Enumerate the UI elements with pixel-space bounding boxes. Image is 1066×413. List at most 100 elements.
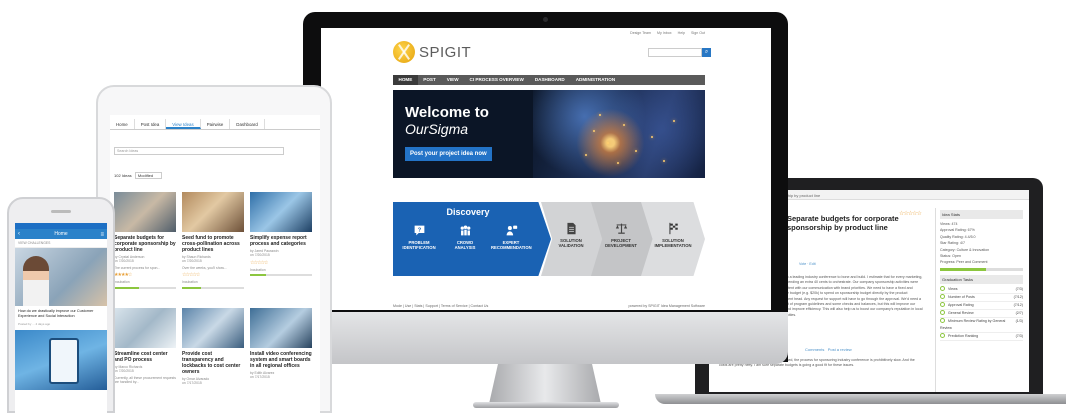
step-expert-recommendation[interactable]: EXPERT RECOMMENDATION: [491, 224, 532, 250]
footer-links[interactable]: Mode | Use | Stats | Support | Terms of …: [393, 304, 488, 308]
incubation-bar: [250, 274, 312, 277]
util-link-sign-out[interactable]: Sign Out: [691, 31, 705, 35]
idea-card-title[interactable]: Install video conferencing system and sm…: [250, 351, 312, 369]
tab-post-idea[interactable]: Post Idea: [135, 119, 167, 129]
idea-card-title[interactable]: Seed fund to promote cross-pollination a…: [182, 235, 244, 253]
task-value: (1/3): [1015, 318, 1023, 323]
back-arrow-icon[interactable]: ‹: [18, 229, 20, 239]
question-bubble-icon: ?: [414, 225, 424, 236]
idea-card-image: [114, 308, 176, 348]
idea-card-image: [114, 192, 176, 232]
imac-stand: [489, 364, 601, 404]
step-solution-implementation: SOLUTION IMPLEMENTATION: [653, 222, 693, 248]
task-value: (7/12): [1013, 302, 1023, 307]
idea-stats-panel: Idea Stats Views: 474 Approval Rating: 6…: [935, 208, 1027, 392]
phone-speaker: [51, 210, 71, 213]
post-meta: Posted by ... 4 days ago: [18, 322, 51, 326]
idea-card[interactable]: Simplify expense report process and cate…: [250, 192, 312, 302]
nav-ci-process[interactable]: CI PROCESS OVERVIEW: [464, 75, 529, 85]
idea-card-stars[interactable]: ★★★★☆: [114, 272, 176, 278]
hero-subtitle: OurSigma: [405, 121, 469, 137]
task-value: (7/3): [1015, 286, 1023, 291]
document-icon: [566, 222, 576, 235]
search-icon[interactable]: ⌕: [702, 48, 711, 57]
util-link-design-team[interactable]: Design Team: [630, 31, 651, 35]
finish-flag-icon: [668, 222, 678, 235]
hero-welding-photo: [533, 90, 705, 178]
idea-card-excerpt: Over the weeks, you'll show...: [182, 265, 227, 270]
nav-administration[interactable]: ADMINISTRATION: [570, 75, 620, 85]
task-row: Number of Posts (7/12): [940, 294, 1023, 302]
incubation-bar-fill: [114, 286, 139, 289]
incubation-label: Incubation: [250, 267, 266, 272]
task-label: Minimum Review Rating by General Review: [940, 318, 1006, 330]
idea-card-meta: by Jared Pausswin on 7/20/2015: [250, 249, 279, 258]
sort-select[interactable]: Modified: [134, 172, 163, 179]
hamburger-menu-icon[interactable]: ≡: [100, 230, 104, 240]
nav-view[interactable]: VIEW: [441, 75, 464, 85]
search-input[interactable]: [648, 48, 702, 57]
imac-screen: Design Team My Inbox Help Sign Out SPIGI…: [321, 28, 771, 310]
edit-link[interactable]: Edit: [809, 262, 815, 266]
step-project-development: PROJECT DEVELOPMENT: [601, 222, 641, 248]
idea-card-title[interactable]: Separate budgets for corporate sponsorsh…: [114, 235, 176, 253]
scale-icon: [615, 223, 627, 234]
util-link-inbox[interactable]: My Inbox: [657, 31, 672, 35]
nav-dashboard[interactable]: DASHBOARD: [529, 75, 570, 85]
task-row: General Review (2/7): [940, 310, 1023, 318]
idea-count: 102 Ideas: [114, 173, 132, 178]
nav-home[interactable]: HOME: [393, 75, 418, 85]
post-title[interactable]: How do we drastically improve our Custom…: [15, 306, 107, 322]
idea-card[interactable]: Streamline cost center and PO process by…: [114, 308, 176, 413]
progress-bar-fill: [940, 267, 986, 271]
util-link-help[interactable]: Help: [678, 31, 685, 35]
phone-subheader[interactable]: VIEW CHALLENGES: [15, 239, 107, 248]
vote-link[interactable]: Vote: [799, 262, 806, 266]
task-label: General Review: [948, 310, 974, 315]
search-ideas-input[interactable]: Search Ideas: [114, 147, 284, 155]
expert-icon: [506, 225, 517, 236]
camera-dot: [543, 17, 548, 22]
post-idea-button[interactable]: Post your project idea now: [405, 147, 492, 161]
progress-bar: [940, 267, 1023, 271]
phone-header: ‹ Home ≡: [15, 229, 107, 239]
idea-card-title[interactable]: Simplify expense report process and cate…: [250, 235, 312, 247]
step-crowd-analysis[interactable]: CROWD ANALYSIS: [445, 224, 485, 250]
idea-card-stars[interactable]: ☆☆☆☆☆: [250, 260, 312, 266]
idea-card-meta: by Omar Alvarado on 7/17/2015: [182, 377, 210, 386]
idea-card[interactable]: Provide cost transparency and lockbacks …: [182, 308, 244, 413]
check-icon: [940, 294, 945, 300]
idea-card[interactable]: Separate budgets for corporate sponsorsh…: [114, 192, 176, 302]
tab-home[interactable]: Home: [110, 119, 135, 129]
ci-process-diagram: Discovery ? PROBLEM IDENTIFICATION CROWD…: [393, 202, 705, 276]
step-label: EXPERT RECOMMENDATION: [491, 240, 532, 250]
tab-post-review[interactable]: Post a review: [828, 347, 852, 352]
idea-card-title[interactable]: Streamline cost center and PO process: [114, 351, 176, 363]
step-problem-identification[interactable]: ? PROBLEM IDENTIFICATION: [399, 224, 439, 250]
idea-card-stars[interactable]: ☆☆☆☆☆: [182, 272, 244, 278]
spigit-logo[interactable]: SPIGIT: [393, 41, 471, 63]
incubation-bar: [182, 286, 244, 289]
idea-card[interactable]: Install video conferencing system and sm…: [250, 308, 312, 413]
step-solution-validation: SOLUTION VALIDATION: [551, 222, 591, 248]
step-label: PROBLEM IDENTIFICATION: [402, 240, 436, 250]
tablet-tabs: Home Post Idea View Ideas Pairwise Dashb…: [110, 119, 320, 130]
nav-post[interactable]: POST: [418, 75, 442, 85]
check-icon: [940, 333, 945, 339]
task-value: (7/12): [1013, 294, 1023, 299]
tab-dashboard[interactable]: Dashboard: [230, 119, 265, 129]
tab-pairwise[interactable]: Pairwise: [201, 119, 231, 129]
idea-card[interactable]: Seed fund to promote cross-pollination a…: [182, 192, 244, 302]
ideas-filter: 102 Ideas Modified: [114, 172, 163, 179]
discovery-phase[interactable]: Discovery ? PROBLEM IDENTIFICATION CROWD…: [393, 202, 551, 276]
tab-comments[interactable]: Comments: [805, 347, 824, 352]
idea-stats-header[interactable]: Idea Stats: [940, 210, 1023, 219]
idea-rating-stars[interactable]: ☆☆☆☆☆: [899, 210, 922, 217]
idea-card-meta: by Marco Richards on 7/20/2015: [114, 365, 143, 374]
idea-card-title[interactable]: Provide cost transparency and lockbacks …: [182, 351, 244, 375]
tab-view-ideas[interactable]: View Ideas: [166, 119, 201, 129]
idea-card-image: [182, 192, 244, 232]
step-label: SOLUTION VALIDATION: [558, 238, 584, 248]
phone-screen: ‹ Home ≡ VIEW CHALLENGES How do we drast…: [15, 223, 107, 413]
task-label: Approval Rating: [948, 302, 974, 307]
